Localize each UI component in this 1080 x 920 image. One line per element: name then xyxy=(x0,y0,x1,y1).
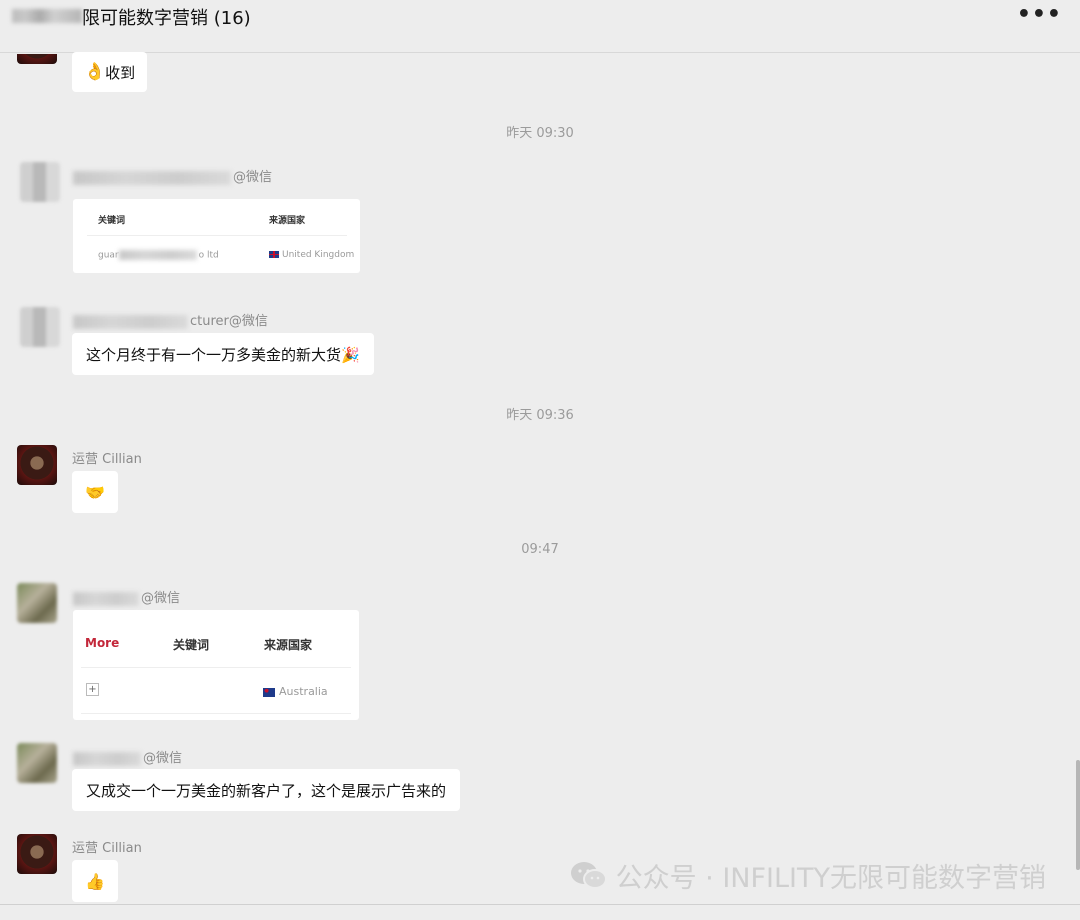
message-text: 这个月终于有一个一万多美金的新大货🎉 xyxy=(86,345,360,364)
shared-card[interactable]: More 关键词 来源国家 + Australia xyxy=(73,610,359,720)
card-column-country: 来源国家 xyxy=(264,638,313,652)
watermark: 公众号 · INFILITY无限可能数字营销 xyxy=(570,856,1046,895)
card-column-keyword: 关键词 xyxy=(98,216,126,226)
message-bubble[interactable]: 这个月终于有一个一万多美金的新大货🎉 xyxy=(72,333,374,375)
timestamp: 昨天 09:36 xyxy=(506,408,574,423)
sender-name: @微信 xyxy=(73,587,180,606)
message-bubble[interactable]: 又成交一个一万美金的新客户了，这个是展示广告来的 xyxy=(72,769,461,811)
redacted-name xyxy=(73,170,231,185)
sender-name: 运营 Cillian xyxy=(72,452,142,467)
message-bubble[interactable]: 👍 xyxy=(72,860,118,902)
message-bubble[interactable]: 👌 收到 xyxy=(72,52,148,92)
avatar[interactable] xyxy=(17,743,57,783)
handshake-emoji: 🤝 xyxy=(85,482,105,502)
message-text: 收到 xyxy=(105,63,136,82)
sender-name: @微信 xyxy=(73,166,272,185)
card-keyword-value: guar o ltd xyxy=(98,250,219,261)
divider xyxy=(81,713,351,714)
redacted-name xyxy=(73,591,139,606)
sender-name: 运营 Cillian xyxy=(72,841,142,856)
ok-hand-emoji: 👌 xyxy=(84,62,106,82)
expand-plus-icon[interactable]: + xyxy=(86,683,99,696)
card-country-value: United Kingdom xyxy=(269,250,354,260)
card-column-country: 来源国家 xyxy=(269,216,306,226)
wechat-icon xyxy=(570,861,607,889)
australia-flag-icon xyxy=(263,687,275,697)
avatar[interactable] xyxy=(17,583,57,623)
thumbs-up-emoji: 👍 xyxy=(85,871,105,891)
redacted-name xyxy=(73,751,141,766)
divider xyxy=(81,667,351,668)
card-country-value: Australia xyxy=(263,685,328,698)
timestamp: 09:47 xyxy=(521,542,559,557)
timestamp: 昨天 09:30 xyxy=(506,126,574,141)
sender-name: cturer@微信 xyxy=(73,310,268,329)
redacted-name xyxy=(73,314,188,329)
avatar[interactable] xyxy=(20,307,60,347)
card-more-label[interactable]: More xyxy=(85,636,119,650)
watermark-text: 公众号 · INFILITY无限可能数字营销 xyxy=(615,863,1046,894)
message-bubble[interactable]: 🤝 xyxy=(72,471,118,513)
uk-flag-icon xyxy=(269,251,279,258)
card-column-keyword: 关键词 xyxy=(173,638,210,652)
input-divider xyxy=(0,904,1080,905)
message-text: 又成交一个一万美金的新客户了，这个是展示广告来的 xyxy=(86,781,447,800)
chat-header: 限可能数字营销 (16) ••• xyxy=(0,0,1080,53)
avatar[interactable] xyxy=(20,162,60,202)
avatar[interactable] xyxy=(17,834,57,874)
sender-name: @微信 xyxy=(73,747,182,766)
divider xyxy=(87,235,347,236)
more-options-icon[interactable]: ••• xyxy=(1017,2,1062,27)
scrollbar[interactable] xyxy=(1076,760,1080,870)
avatar[interactable] xyxy=(17,445,57,485)
chat-title[interactable]: 限可能数字营销 (16) xyxy=(82,4,251,30)
shared-card[interactable]: 关键词 来源国家 guar o ltd United Kingdom xyxy=(73,199,360,273)
redacted-group-name xyxy=(12,9,82,23)
